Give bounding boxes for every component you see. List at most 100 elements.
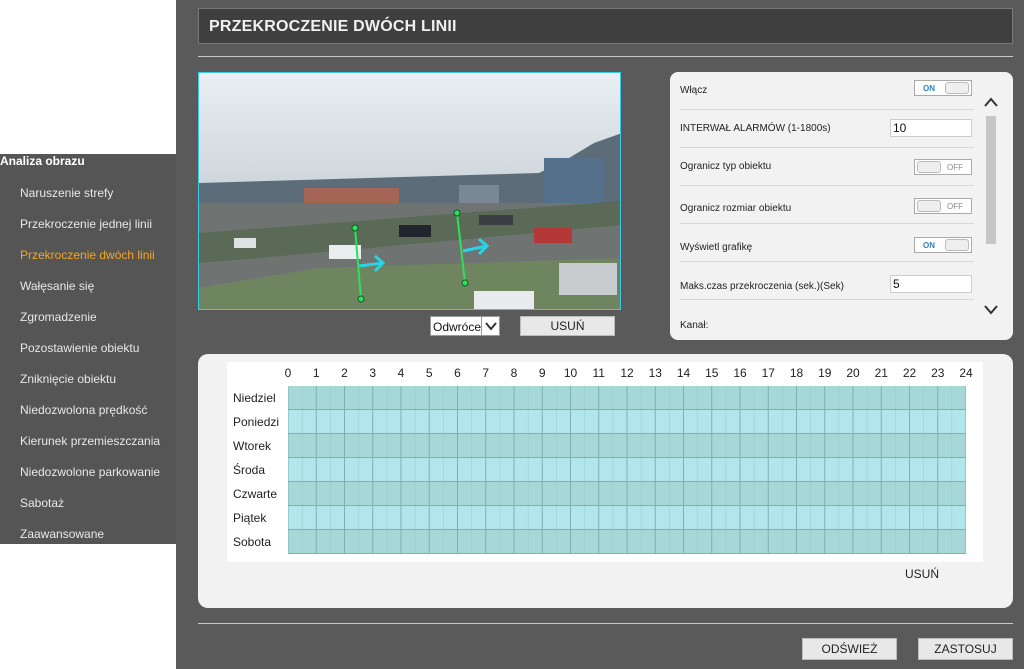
limit-size-toggle[interactable]: OFF <box>914 198 972 214</box>
sidebar-item[interactable]: Przekroczenie dwóch linii <box>20 248 155 262</box>
schedule-row[interactable] <box>287 506 967 530</box>
hour-label: 6 <box>454 366 461 380</box>
schedule-row[interactable] <box>287 434 967 458</box>
hour-label: 22 <box>902 366 917 380</box>
day-label: Wtorek <box>233 439 272 453</box>
hour-label: 0 <box>284 366 292 380</box>
schedule-row[interactable] <box>287 458 967 482</box>
toggle-state: OFF <box>947 163 963 172</box>
chevron-down-icon <box>984 305 998 315</box>
sidebar-header: Analiza obrazu <box>0 154 85 168</box>
day-label: Niedziel <box>233 391 276 405</box>
max-time-input[interactable]: 5 <box>890 275 972 293</box>
refresh-button[interactable]: ODŚWIEŻ <box>802 638 897 660</box>
sidebar-item[interactable]: Niedozwolona prędkość <box>20 403 147 417</box>
toggle-state: ON <box>923 84 935 93</box>
day-label: Poniedzi <box>233 415 280 429</box>
hour-label: 24 <box>959 366 973 380</box>
enable-toggle[interactable]: ON <box>914 80 972 96</box>
sidebar-item[interactable]: Naruszenie strefy <box>20 186 113 200</box>
main-panel: PRZEKROCZENIE DWÓCH LINII Odwróce USUŃ W… <box>176 0 1024 669</box>
sidebar-item[interactable]: Pozostawienie obiektu <box>20 341 139 355</box>
divider <box>198 56 1013 57</box>
setting-enable: Włącz ON <box>680 72 974 110</box>
schedule-panel: 0 1 2 3 4 5 6 7 8 9 10 11 12 13 14 15 16 17 18 19 20 21 22 23 24… <box>198 354 1013 608</box>
day-label: Środa <box>233 463 266 477</box>
hour-label: 13 <box>648 366 662 380</box>
schedule-grid[interactable]: 0 1 2 3 4 5 6 7 8 9 10 11 12 13 14 15 16 17 18 19 20 21 22 23 24… <box>227 362 983 562</box>
divider <box>198 623 1013 624</box>
sidebar-item[interactable]: Sabotaż <box>20 496 64 510</box>
setting-channel: Kanał: <box>680 300 974 338</box>
hour-label: 14 <box>676 366 691 380</box>
chevron-down-icon <box>481 317 499 335</box>
direction-select[interactable]: Odwróce <box>430 316 500 336</box>
interval-input[interactable]: 10 <box>890 119 972 137</box>
toggle-knob <box>917 161 941 173</box>
setting-max-time-label: Maks.czas przekroczenia (sek.)(Sek) <box>680 281 844 292</box>
video-preview[interactable] <box>198 72 621 310</box>
setting-show-graphics: Wyświetl grafikę ON <box>680 224 974 262</box>
schedule-row[interactable] <box>287 386 967 410</box>
direction-select-value: Odwróce <box>433 320 482 334</box>
hour-label: 20 <box>846 366 860 380</box>
setting-show-graphics-label: Wyświetl grafikę <box>680 242 753 253</box>
hour-label: 12 <box>620 366 634 380</box>
sidebar-item[interactable]: Przekroczenie jednej linii <box>20 217 152 231</box>
hour-label: 4 <box>397 366 405 380</box>
setting-enable-label: Włącz <box>680 85 708 96</box>
chevron-up-icon <box>984 97 998 107</box>
setting-limit-size-label: Ogranicz rozmiar obiektu <box>680 203 792 214</box>
setting-limit-type-label: Ogranicz typ obiektu <box>680 161 772 172</box>
setting-limit-type: Ogranicz typ obiektu OFF <box>680 148 974 186</box>
setting-interval-label: INTERWAŁ ALARMÓW (1-1800s) <box>680 123 831 134</box>
toggle-knob <box>917 200 941 212</box>
hour-label: 23 <box>931 366 945 380</box>
hour-label: 10 <box>563 366 578 380</box>
hour-label: 5 <box>425 366 433 380</box>
left-pane: Analiza obrazu Naruszenie strefy Przekroc… <box>0 0 176 669</box>
settings-scrollbar[interactable] <box>980 84 1002 332</box>
clear-lines-button[interactable]: USUŃ <box>520 316 615 336</box>
setting-channel-label: Kanał: <box>680 320 709 331</box>
schedule-row[interactable] <box>287 410 967 434</box>
hour-label: 8 <box>510 366 518 380</box>
scrollbar-thumb <box>986 116 996 244</box>
toggle-state: OFF <box>947 202 963 211</box>
hour-label: 2 <box>341 366 348 380</box>
sidebar-item[interactable]: Wałęsanie się <box>20 279 94 293</box>
hour-label: 1 <box>312 366 320 380</box>
sidebar-item[interactable]: Kierunek przemieszczania <box>20 434 160 448</box>
hour-label: 11 <box>592 366 605 380</box>
limit-type-toggle[interactable]: OFF <box>914 159 972 175</box>
sidebar-item[interactable]: Zgromadzenie <box>20 310 97 324</box>
setting-interval: INTERWAŁ ALARMÓW (1-1800s) 10 <box>680 110 974 148</box>
day-label: Sobota <box>233 535 272 549</box>
toggle-knob <box>945 82 969 94</box>
apply-button[interactable]: ZASTOSUJ <box>918 638 1013 660</box>
sidebar-item[interactable]: Zniknięcie obiektu <box>20 372 116 386</box>
show-graphics-toggle[interactable]: ON <box>914 237 972 253</box>
clear-schedule-button[interactable]: USUŃ <box>898 566 946 584</box>
day-label: Piątek <box>233 511 267 525</box>
hour-label: 19 <box>818 366 832 380</box>
schedule-row[interactable] <box>287 482 967 506</box>
hour-label: 21 <box>874 366 888 380</box>
toggle-state: ON <box>923 241 935 250</box>
page-title: PRZEKROCZENIE DWÓCH LINII <box>209 18 457 35</box>
hour-label: 18 <box>789 366 804 380</box>
sidebar-item[interactable]: Niedozwolone parkowanie <box>20 465 160 479</box>
schedule-row[interactable] <box>287 530 967 554</box>
setting-limit-size: Ogranicz rozmiar obiektu OFF <box>680 186 974 224</box>
setting-max-time: Maks.czas przekroczenia (sek.)(Sek) 5 <box>680 262 974 300</box>
hour-label: 7 <box>482 366 490 380</box>
hour-label: 15 <box>705 366 719 380</box>
sidebar: Analiza obrazu Naruszenie strefy Przekroc… <box>0 154 176 544</box>
hour-label: 3 <box>369 366 377 380</box>
sidebar-item[interactable]: Zaawansowane <box>20 527 104 541</box>
settings-panel: Włącz ON INTERWAŁ ALARMÓW (1-1800s) 10 O… <box>670 72 1013 340</box>
camera-scene <box>199 73 620 309</box>
hour-label: 9 <box>538 366 546 380</box>
toggle-knob <box>945 239 969 251</box>
hour-label: 16 <box>733 366 747 380</box>
